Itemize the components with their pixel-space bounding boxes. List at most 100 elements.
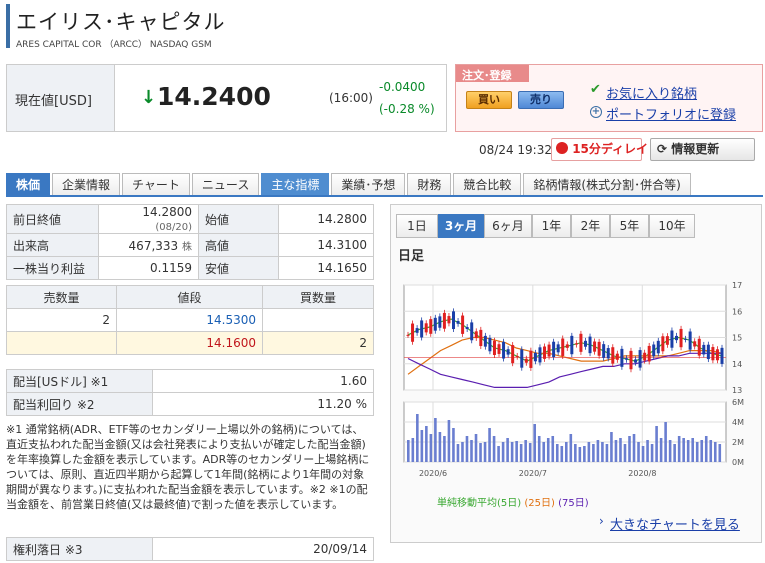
range-3m[interactable]: 3ヶ月 — [438, 214, 484, 238]
candle-body — [543, 346, 547, 359]
volume-bar — [686, 440, 690, 462]
delay-badge: 15分ディレイ — [551, 138, 648, 161]
update-time: 08/24 19:32 — [479, 143, 552, 157]
title-accent-bar — [6, 4, 10, 48]
candle-body — [615, 353, 619, 360]
volume-bar — [425, 426, 428, 462]
volume-bar — [438, 432, 442, 462]
refresh-icon: ⟳ — [657, 142, 668, 156]
volume-bar — [479, 443, 482, 462]
range-1d[interactable]: 1日 — [396, 214, 438, 238]
ma25-legend: (25日) — [524, 498, 555, 509]
price-tick-label: 14 — [732, 360, 742, 369]
candle-body — [561, 338, 565, 356]
candle-body — [429, 319, 433, 334]
order-title: 注文･登録 — [456, 65, 529, 82]
tab-competitors[interactable]: 競合比較 — [453, 173, 522, 196]
table-row: 2 14.5300 — [6, 308, 374, 332]
volume-bar — [546, 438, 550, 462]
table-row: 前日終値 14.2800 (08/20) 始値 14.2800 — [6, 204, 374, 234]
volume-bar — [555, 444, 559, 462]
sell-qty-cell-empty — [6, 331, 117, 355]
volume-bar — [673, 444, 676, 462]
volume-label: 出来高 — [6, 233, 99, 257]
candle-body — [420, 320, 424, 338]
table-row: 配当[USドル] ※1 1.60 — [6, 369, 374, 393]
candle-body — [470, 322, 474, 341]
candle-body — [688, 331, 692, 350]
refresh-button[interactable]: ⟳ 情報更新 — [650, 138, 755, 161]
candle-body — [661, 336, 665, 352]
volume-bar — [510, 442, 514, 462]
volume-bar — [560, 446, 564, 462]
candle-body — [556, 344, 560, 353]
volume-bar — [569, 434, 573, 462]
volume-bar — [407, 440, 410, 462]
buy-button[interactable]: 買い — [466, 91, 512, 109]
candle-body — [593, 341, 597, 352]
candle-body — [483, 335, 487, 347]
candle-body — [579, 333, 583, 352]
volume-bar — [551, 436, 555, 462]
big-chart-link[interactable]: 大きなチャートを見る — [610, 514, 740, 533]
volume-bar — [515, 441, 518, 462]
candle-body — [461, 315, 465, 334]
low-label: 安値 — [198, 256, 279, 280]
range-10y[interactable]: 10年 — [649, 214, 695, 238]
tab-news[interactable]: ニュース — [191, 173, 260, 196]
buy-qty-cell: 2 — [262, 331, 374, 355]
tab-bar: 株価 企業情報 チャート ニュース 主な指標 業績･予想 財務 競合比較 銘柄情… — [6, 173, 693, 196]
volume-bar — [443, 436, 446, 462]
candle-body — [406, 334, 410, 336]
candle-body — [634, 359, 638, 363]
volume-bar — [574, 444, 577, 462]
ask-price-cell: 14.5300 — [116, 308, 263, 332]
volume-bar — [682, 438, 685, 462]
eps-label: 一株当り利益 — [6, 256, 99, 280]
volume-bar — [596, 440, 600, 462]
dividend-table: 配当[USドル] ※1 1.60 配当利回り ※2 11.20 % — [6, 369, 374, 416]
down-arrow-icon: ↓ — [141, 87, 157, 108]
buy-qty-header: 買数量 — [262, 285, 374, 309]
range-tabs: 1日 3ヶ月 6ヶ月 1年 2年 5年 10年 — [396, 214, 695, 238]
volume-bar — [655, 426, 658, 462]
volume-bar — [497, 446, 500, 462]
tab-key-indicators[interactable]: 主な指標 — [261, 173, 330, 196]
candle-body — [629, 350, 633, 370]
clock-icon — [556, 142, 568, 154]
prev-close-value: 14.2800 — [142, 205, 192, 219]
tab-financials[interactable]: 財務 — [407, 173, 452, 196]
volume-bar — [713, 442, 717, 462]
sell-button[interactable]: 売り — [518, 91, 564, 109]
ma-legend: 単純移動平均(5日) (25日) (75日) — [437, 494, 589, 509]
candle-body — [511, 345, 515, 364]
range-2y[interactable]: 2年 — [571, 214, 610, 238]
candle-body — [479, 329, 483, 347]
range-6m[interactable]: 6ヶ月 — [484, 214, 532, 238]
tab-results[interactable]: 業績･予想 — [331, 173, 406, 196]
volume-bar — [619, 438, 622, 462]
price-box: 現在値[USD] ↓ 14.2400 (16:00) -0.0400 (-0.2… — [6, 64, 447, 132]
range-5y[interactable]: 5年 — [610, 214, 649, 238]
volume-bar — [447, 420, 451, 462]
dividend-label: 配当[USドル] ※1 — [6, 369, 153, 393]
candle-body — [693, 341, 697, 347]
tab-stock-info[interactable]: 銘柄情報(株式分割･併合等) — [523, 173, 691, 196]
volume-bar — [592, 444, 595, 462]
portfolio-link[interactable]: ポートフォリオに登録 — [606, 104, 736, 123]
tab-chart[interactable]: チャート — [122, 173, 190, 196]
range-1y[interactable]: 1年 — [532, 214, 571, 238]
candle-body — [624, 358, 628, 360]
candle-body — [524, 358, 528, 363]
ex-rights-value: 20/09/14 — [152, 537, 374, 561]
volume-bar — [700, 440, 704, 462]
volume-bar — [416, 414, 419, 462]
candle-body — [697, 338, 701, 356]
candle-body — [715, 349, 719, 361]
candle-body — [620, 348, 624, 367]
price-change: -0.0400 — [379, 80, 426, 94]
favorite-link[interactable]: お気に入り銘柄 — [606, 83, 697, 102]
tab-company-info[interactable]: 企業情報 — [52, 173, 121, 196]
table-row: 出来高 467,333 株 高値 14.3100 — [6, 233, 374, 257]
tab-stock-price[interactable]: 株価 — [6, 173, 51, 196]
